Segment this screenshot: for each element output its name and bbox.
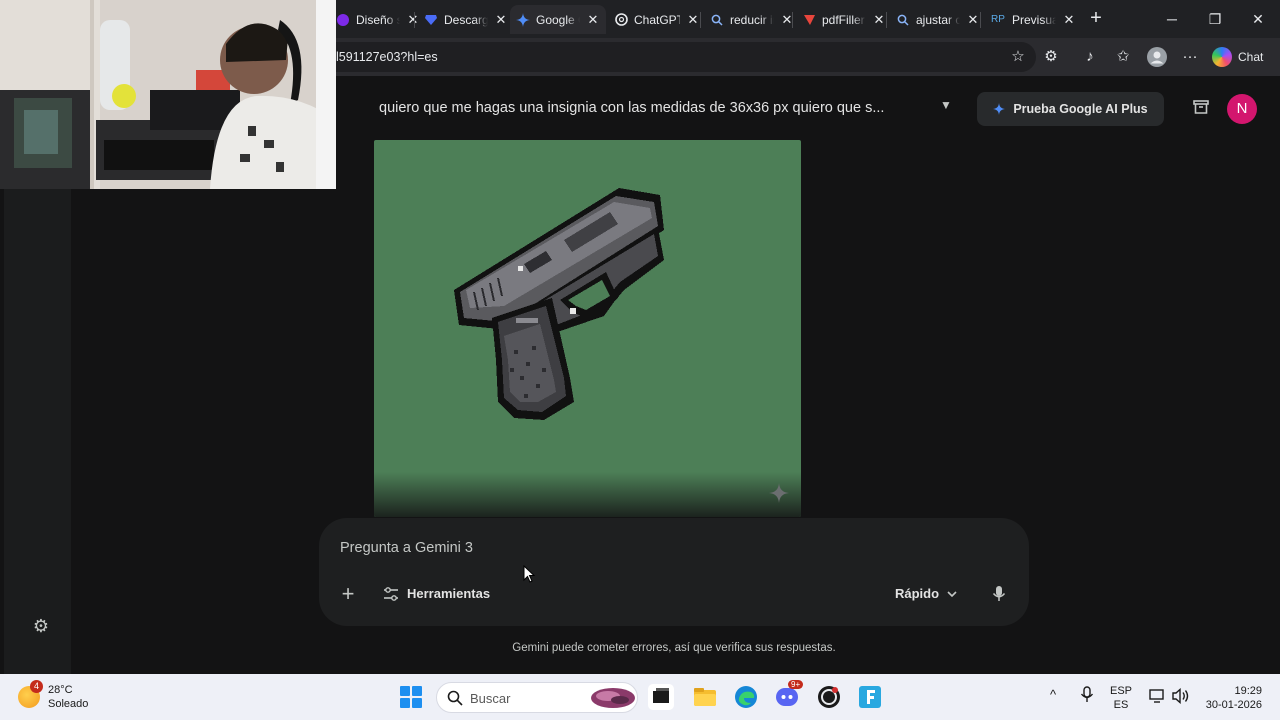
generated-image[interactable] (374, 140, 801, 517)
tab-previsualizar[interactable]: RP Previsualizar ✕ (984, 5, 1082, 34)
network-icon[interactable] (1149, 688, 1167, 708)
disclaimer: Gemini puede cometer errores, así que ve… (512, 642, 836, 654)
close-icon[interactable]: ✕ (872, 12, 886, 28)
tools-icon (384, 586, 398, 601)
weather-desc: Soleado (48, 698, 89, 710)
tab-chatgpt[interactable]: ChatGPT ✕ (608, 5, 706, 34)
close-window-button[interactable]: ✕ (1247, 8, 1269, 30)
app-f-icon[interactable] (857, 684, 883, 710)
copilot-chat-button[interactable]: Chat (1212, 44, 1263, 70)
more-icon[interactable]: ··· (1178, 45, 1202, 69)
clock-date: 30-01-2026 (1205, 699, 1262, 711)
search-label: Buscar (470, 691, 511, 706)
taskbar: 4 28°C Soleado Buscar 9+ ^ ESP ES 19:29 (0, 674, 1280, 720)
profile-icon[interactable] (1145, 45, 1169, 69)
language-indicator[interactable]: ESP ES (1110, 684, 1132, 712)
system-clock[interactable]: 19:29 30-01-2026 (1200, 684, 1262, 712)
temporary-chat-icon[interactable] (1190, 98, 1212, 120)
lang-top: ESP (1110, 685, 1133, 697)
minimize-button[interactable]: ─ (1161, 8, 1183, 30)
tab-title: Google Gemini (536, 12, 580, 27)
windows-start-button[interactable] (400, 686, 422, 708)
lang-bottom: ES (1113, 699, 1129, 711)
tab-gemini[interactable]: Google Gemini ✕ (510, 5, 606, 34)
extensions-icon[interactable]: ⚙ (1039, 45, 1063, 69)
star-icon[interactable]: ☆ (1006, 45, 1030, 69)
tab-title: ChatGPT (634, 12, 680, 27)
image-fade (374, 472, 801, 517)
diamond-icon (424, 13, 438, 27)
sparkle-icon (769, 483, 789, 503)
weather-temp: 28°C (48, 684, 73, 696)
tab-pdffiller[interactable]: pdfFiller ✕ (796, 5, 892, 34)
tab-title: reducir imagen (730, 12, 774, 27)
prompt-composer[interactable]: Pregunta a Gemini 3 + Herramientas Rápid… (319, 518, 1029, 626)
file-explorer-icon[interactable] (692, 684, 718, 710)
webcam-image (0, 0, 336, 189)
mode-label: Rápido (895, 586, 940, 601)
chevron-down-icon[interactable]: ▼ (940, 98, 952, 112)
mode-selector[interactable]: Rápido (895, 586, 957, 601)
openai-icon (614, 13, 628, 27)
tools-label: Herramientas (407, 586, 491, 601)
ai-plus-label: Prueba Google AI Plus (1013, 102, 1148, 116)
pixel-pistol-image (454, 188, 664, 420)
favorites-icon[interactable]: ✩ (1111, 45, 1135, 69)
tab-reducir[interactable]: reducir imagen ✕ (704, 5, 800, 34)
discord-badge: 9+ (788, 680, 804, 689)
clock-time: 19:29 (1234, 685, 1262, 697)
weather-badge: 4 (30, 680, 43, 693)
url-text[interactable]: l591127e03?hl=es (336, 50, 438, 64)
sun-icon: 4 (18, 680, 43, 708)
tab-title: pdfFiller (822, 12, 865, 27)
taskbar-search[interactable]: Buscar (436, 682, 638, 713)
add-icon[interactable]: + (338, 583, 358, 605)
discord-icon[interactable]: 9+ (775, 680, 804, 710)
close-icon[interactable]: ✕ (586, 12, 600, 28)
gemini-icon (516, 12, 530, 27)
close-icon[interactable]: ✕ (494, 12, 508, 28)
tools-button[interactable]: Herramientas (383, 586, 490, 601)
tab-title: Diseño sin título (356, 12, 400, 27)
close-icon[interactable]: ✕ (686, 12, 700, 28)
tab-title: ajustar calidad (916, 12, 960, 27)
chevron-up-icon[interactable]: ^ (1050, 688, 1056, 702)
restore-button[interactable]: ❐ (1204, 8, 1226, 30)
read-aloud-icon[interactable]: ♪ (1078, 45, 1102, 69)
settings-icon[interactable]: ⚙ (31, 616, 51, 636)
close-icon[interactable]: ✕ (966, 12, 980, 28)
screen: Diseño sin título ✕ Descargar ✕ Google G… (0, 0, 1280, 720)
mouse-cursor-icon (523, 565, 536, 583)
new-tab-button[interactable]: + (1086, 8, 1106, 28)
prompt-input[interactable]: Pregunta a Gemini 3 (340, 540, 473, 556)
task-view-icon[interactable] (648, 684, 674, 710)
tab-ajustar[interactable]: ajustar calidad ✕ (890, 5, 986, 34)
chat-label: Chat (1238, 50, 1264, 64)
close-icon[interactable]: ✕ (1062, 12, 1076, 28)
rp-icon: RP (991, 14, 1005, 25)
microphone-icon[interactable] (989, 584, 1009, 604)
volume-icon[interactable] (1172, 687, 1190, 708)
tab-title: Previsualizar (1012, 12, 1056, 27)
tab-descargar[interactable]: Descargar ✕ (418, 5, 514, 34)
pdffiller-icon (802, 13, 816, 27)
sparkle-icon (993, 103, 1006, 115)
edge-browser-icon[interactable] (733, 684, 759, 710)
try-ai-plus-button[interactable]: Prueba Google AI Plus (977, 92, 1164, 126)
search-icon (896, 13, 910, 27)
weather-widget[interactable]: 4 28°C Soleado (18, 680, 89, 711)
chevron-down-icon (947, 590, 957, 597)
tab-canva[interactable]: Diseño sin título ✕ (330, 5, 426, 34)
search-highlight-icon (591, 688, 635, 708)
copilot-icon (1212, 47, 1232, 67)
search-icon (447, 690, 463, 706)
tab-title: Descargar (444, 12, 488, 27)
conversation-title[interactable]: quiero que me hagas una insignia con las… (379, 100, 884, 116)
webcam-overlay (0, 0, 336, 189)
search-icon (710, 13, 724, 27)
obs-icon[interactable] (816, 684, 842, 710)
microphone-icon[interactable] (1080, 686, 1094, 708)
canva-icon (336, 13, 350, 27)
avatar[interactable]: N (1227, 94, 1257, 124)
